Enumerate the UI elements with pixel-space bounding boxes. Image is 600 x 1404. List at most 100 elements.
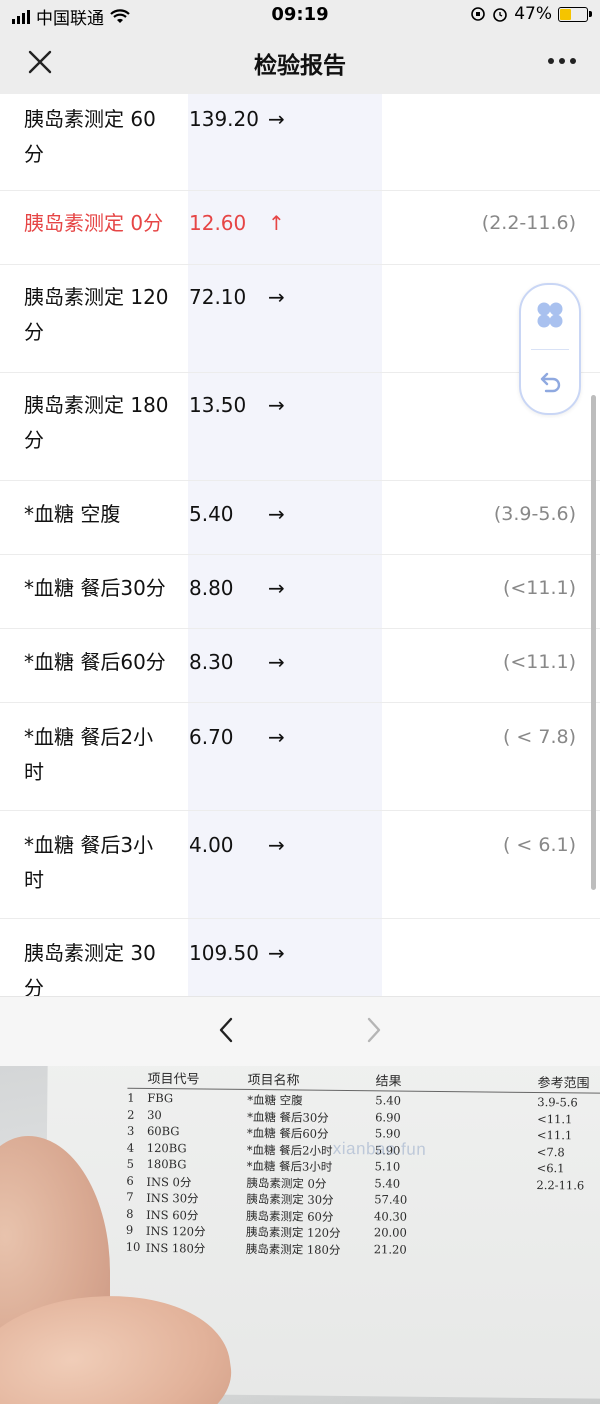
status-right: 47% — [470, 4, 592, 24]
item-name: 胰岛素测定 120分 — [24, 285, 169, 344]
scrollbar[interactable] — [591, 395, 596, 890]
photo-range: <6.1 — [536, 1160, 565, 1176]
photo-code: 60BG — [146, 1123, 180, 1139]
trend-arrow: → — [268, 833, 285, 857]
photo-result: 40.30 — [374, 1208, 408, 1224]
photo-range: 2.2-11.6 — [536, 1177, 585, 1192]
photo-code: 120BG — [146, 1140, 187, 1155]
item-value: 8.30 — [189, 650, 234, 674]
item-value: 6.70 — [189, 725, 234, 749]
item-range: ( < 7.8) — [502, 726, 576, 748]
item-name: 胰岛素测定 180分 — [24, 393, 169, 452]
photo-result: 20.00 — [373, 1225, 407, 1240]
list-item: 胰岛素测定 30分 109.50 → — [0, 918, 600, 996]
photo-code: FBG — [147, 1090, 174, 1106]
chevron-right-icon[interactable] — [358, 1015, 388, 1045]
item-value: 72.10 — [189, 285, 247, 309]
item-range: (2.2-11.6) — [481, 212, 576, 234]
photo-name: 胰岛素测定 180分 — [245, 1241, 341, 1257]
item-name: *血糖 餐后30分 — [24, 576, 166, 600]
item-range: (<11.1) — [502, 577, 576, 599]
photo-code: INS 180分 — [145, 1240, 206, 1256]
list-item: *血糖 空腹 5.40 → (3.9-5.6) — [0, 480, 600, 555]
list-item: 胰岛素测定 0分 12.60 ↑ (2.2-11.6) — [0, 190, 600, 265]
photo-table-header: 项目代号 项目名称 结果 参考范围 — [127, 1067, 600, 1095]
floating-toolbar — [519, 283, 581, 415]
photo-name: 胰岛素测定 120分 — [245, 1224, 341, 1240]
item-name: *血糖 空腹 — [24, 502, 121, 526]
header-code: 项目代号 — [147, 1070, 200, 1087]
header-result: 结果 — [375, 1073, 402, 1089]
item-name: *血糖 餐后2小时 — [24, 725, 154, 784]
item-value: 109.50 — [189, 941, 259, 965]
photo-code: INS 60分 — [146, 1207, 199, 1222]
photo-range: 3.9-5.6 — [537, 1094, 578, 1110]
orientation-lock-icon — [471, 7, 486, 21]
list-item: *血糖 餐后2小时 6.70 → ( < 7.8) — [0, 702, 600, 811]
item-value: 139.20 — [189, 107, 259, 131]
pill-divider — [531, 349, 569, 350]
photo-name: *血糖 餐后3小时 — [246, 1158, 333, 1174]
item-value: 12.60 — [189, 211, 247, 235]
photo-code: 180BG — [146, 1156, 187, 1172]
photo-range: <11.1 — [537, 1111, 573, 1126]
battery-fill — [560, 8, 571, 20]
photo-idx: 6 — [126, 1173, 134, 1188]
item-name: 胰岛素测定 0分 — [24, 211, 164, 235]
photo-result: 5.10 — [374, 1159, 401, 1174]
photo-code: INS 120分 — [145, 1223, 206, 1239]
photo-table: 项目代号 项目名称 结果 参考范围 1 FBG *血糖 空腹 5.40 3.9-… — [126, 1067, 600, 1261]
photo-result: 5.40 — [374, 1175, 401, 1191]
title-bar: 检验报告 — [0, 30, 600, 94]
photo-name: *血糖 空腹 — [247, 1092, 303, 1108]
trend-arrow: → — [268, 285, 285, 309]
photo-idx: 3 — [126, 1123, 135, 1138]
list-item: *血糖 餐后30分 8.80 → (<11.1) — [0, 554, 600, 629]
more-dots-icon[interactable] — [548, 58, 576, 64]
undo-icon[interactable] — [537, 369, 563, 395]
item-name: *血糖 餐后60分 — [24, 650, 166, 674]
trend-arrow: → — [268, 650, 285, 674]
photo-name: 胰岛素测定 30分 — [246, 1191, 334, 1207]
item-value: 5.40 — [189, 502, 234, 526]
photo-name: 胰岛素测定 0分 — [246, 1175, 327, 1191]
battery-icon — [558, 6, 592, 22]
photo-name: *血糖 餐后60分 — [246, 1125, 329, 1141]
page-title: 检验报告 — [254, 53, 346, 79]
photo-result: 5.40 — [375, 1093, 401, 1108]
battery-percent: 47% — [514, 4, 552, 24]
photo-idx: 2 — [127, 1107, 135, 1122]
trend-arrow: → — [268, 941, 285, 965]
chevron-left-icon[interactable] — [212, 1015, 242, 1045]
item-value: 13.50 — [189, 393, 247, 417]
item-value: 8.80 — [189, 576, 234, 600]
report-list[interactable]: 胰岛素测定 60分 139.20 → 胰岛素测定 0分 12.60 ↑ (2.2… — [0, 94, 600, 996]
alarm-icon — [493, 8, 508, 22]
item-range: ( < 6.1) — [502, 834, 576, 856]
list-item: 胰岛素测定 60分 139.20 → — [0, 94, 600, 191]
trend-arrow: ↑ — [268, 211, 285, 235]
photo-name: 胰岛素测定 60分 — [246, 1208, 334, 1224]
photo-result: 57.40 — [374, 1192, 408, 1207]
header-name: 项目名称 — [247, 1071, 300, 1088]
apps-clover-icon[interactable] — [534, 299, 566, 331]
trend-arrow: → — [268, 502, 285, 526]
status-bar: 中国联通 09:19 47% — [0, 0, 600, 30]
header-range: 参考范围 — [537, 1074, 590, 1091]
photo-name: *血糖 餐后2小时 — [246, 1142, 333, 1158]
item-value: 4.00 — [189, 833, 234, 857]
photo-range: <7.8 — [536, 1144, 565, 1159]
photo-code: 30 — [147, 1107, 162, 1122]
list-item: *血糖 餐后3小时 4.00 → ( < 6.1) — [0, 810, 600, 919]
list-item: *血糖 餐后60分 8.30 → (<11.1) — [0, 628, 600, 703]
photo-range: <11.1 — [536, 1127, 573, 1143]
item-range: (<11.1) — [502, 651, 576, 673]
browser-nav-bar — [0, 996, 600, 1067]
trend-arrow: → — [268, 107, 285, 131]
photo-result: 6.90 — [375, 1109, 401, 1125]
trend-arrow: → — [268, 725, 285, 749]
item-name: 胰岛素测定 30分 — [24, 941, 156, 996]
list-item: 胰岛素测定 120分 72.10 → — [0, 264, 600, 373]
report-photo: 项目代号 项目名称 结果 参考范围 1 FBG *血糖 空腹 5.40 3.9-… — [0, 1066, 600, 1404]
watermark: xianbao.fun — [332, 1138, 427, 1159]
